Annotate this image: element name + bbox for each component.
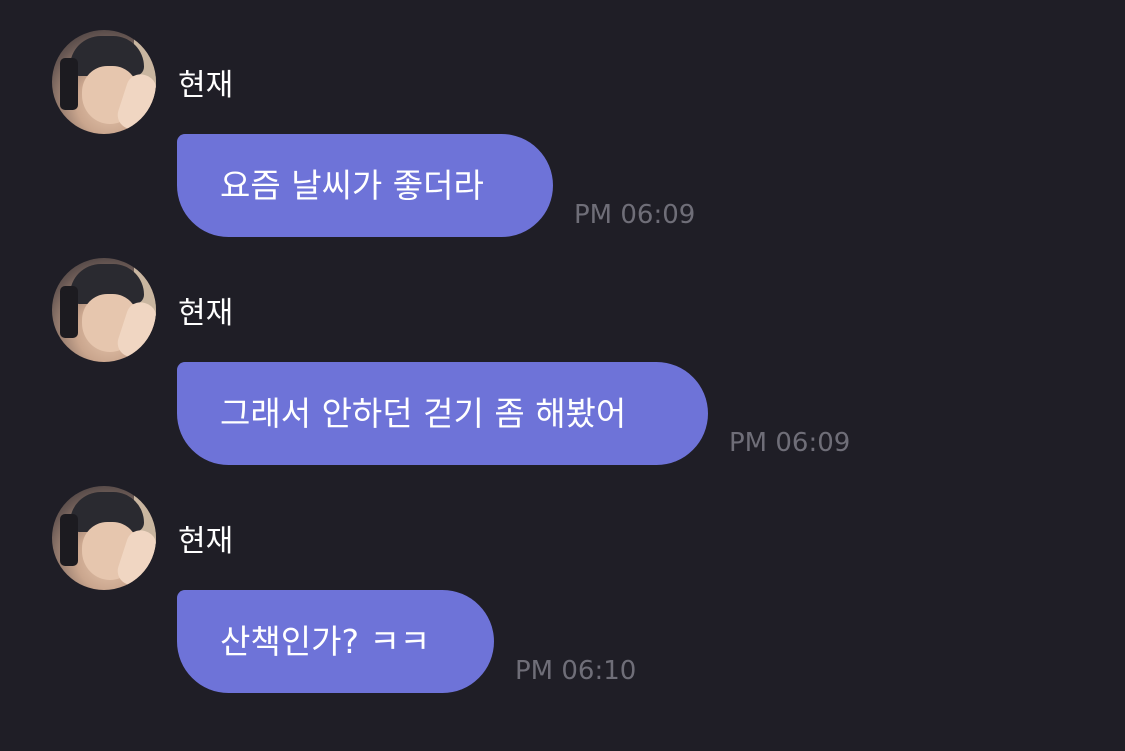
chat-message: 현재 산책인가? ㅋㅋ PM 06:10 — [0, 456, 1125, 693]
avatar-phone — [60, 286, 78, 338]
message-timestamp: PM 06:09 — [574, 200, 696, 230]
avatar[interactable] — [52, 258, 156, 362]
message-bubble[interactable]: 산책인가? ㅋㅋ — [177, 590, 494, 693]
avatar[interactable] — [52, 30, 156, 134]
message-bubble[interactable]: 요즘 날씨가 좋더라 — [177, 134, 553, 237]
sender-name: 현재 — [178, 68, 234, 103]
chat-message: 현재 그래서 안하던 걷기 좀 해봤어 PM 06:09 — [0, 228, 1125, 465]
sender-name: 현재 — [178, 524, 234, 559]
message-timestamp: PM 06:10 — [515, 656, 637, 686]
avatar-phone — [60, 58, 78, 110]
avatar[interactable] — [52, 486, 156, 590]
avatar-phone — [60, 514, 78, 566]
message-bubble[interactable]: 그래서 안하던 걷기 좀 해봤어 — [177, 362, 708, 465]
sender-name: 현재 — [178, 296, 234, 331]
message-timestamp: PM 06:09 — [729, 428, 851, 458]
chat-view: 현재 요즘 날씨가 좋더라 PM 06:09 현재 그래서 안하던 걷기 좀 해… — [0, 0, 1125, 751]
chat-message: 현재 요즘 날씨가 좋더라 PM 06:09 — [0, 0, 1125, 237]
